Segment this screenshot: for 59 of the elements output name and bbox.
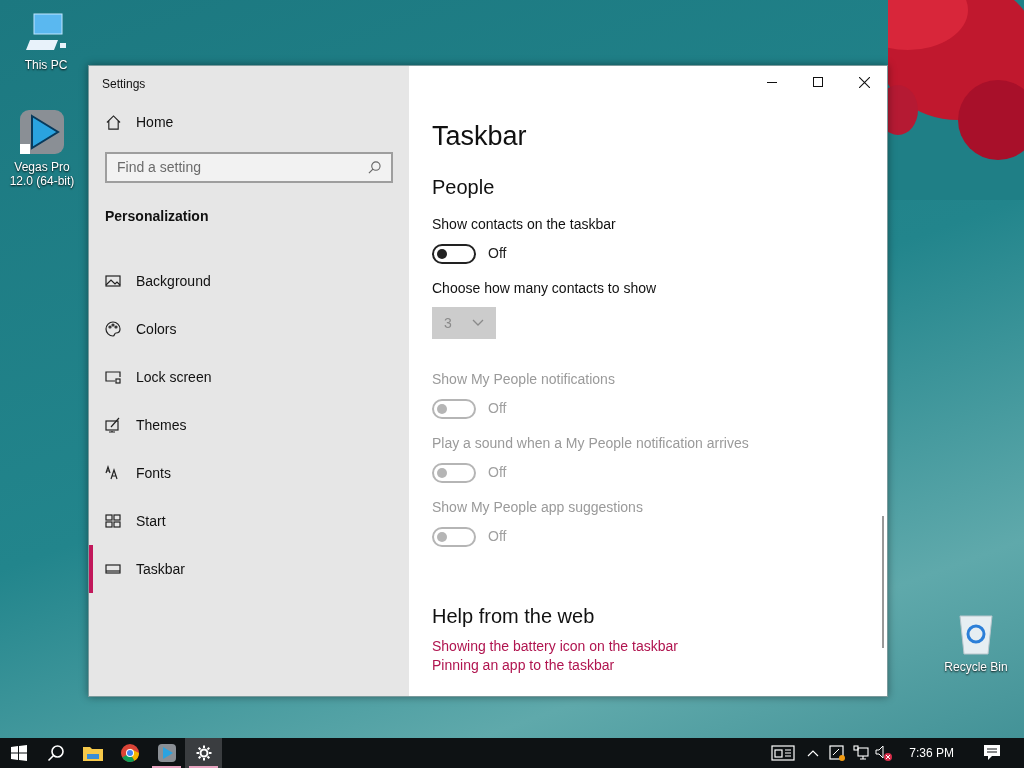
- maximize-icon: [813, 77, 823, 87]
- lock-screen-icon: [105, 369, 121, 385]
- section-heading: Help from the web: [432, 604, 596, 629]
- fonts-icon: [105, 465, 121, 481]
- settings-icon: [195, 745, 212, 761]
- recycle-bin-icon: [956, 612, 996, 656]
- close-icon: [858, 76, 870, 88]
- toggle-state: Off: [488, 463, 507, 482]
- tiles-icon: [105, 513, 121, 529]
- window-title: Settings: [101, 76, 147, 93]
- muted-speaker-icon: [875, 745, 894, 761]
- nav-item[interactable]: Lock screen: [89, 353, 409, 401]
- desktop-icon-label[interactable]: This PC: [24, 58, 68, 72]
- nav-item[interactable]: Background: [89, 257, 409, 305]
- nav-item[interactable]: Themes: [89, 401, 409, 449]
- home-icon: [106, 114, 121, 130]
- nav-item[interactable]: Taskbar: [89, 545, 409, 593]
- setting-label: Show My People notifications: [432, 370, 616, 389]
- nav-item[interactable]: Start: [89, 497, 409, 545]
- setting-label: Choose how many contacts to show: [432, 279, 658, 298]
- section-heading: Personalization: [104, 207, 210, 226]
- notifications-icon: [984, 745, 1000, 761]
- page-title: Taskbar: [432, 120, 528, 153]
- chevron-up-icon: [807, 749, 820, 757]
- search-field[interactable]: Find a setting: [105, 152, 393, 183]
- toggle-switch[interactable]: [432, 243, 476, 264]
- chevron-down-icon: [472, 319, 484, 327]
- image-icon: [105, 273, 121, 289]
- taskbar-button[interactable]: [185, 738, 222, 768]
- search-input[interactable]: Find a setting: [117, 157, 347, 178]
- taskbar-icon: [105, 561, 121, 577]
- folder-icon: [82, 745, 103, 761]
- chrome-icon: [120, 744, 139, 762]
- setting-label: Show My People app suggestions: [432, 498, 644, 517]
- running-indicator: [152, 766, 181, 768]
- toggle-state: Off: [488, 527, 507, 546]
- network-icon: [853, 745, 870, 761]
- toggle-state: Off: [488, 399, 507, 418]
- help-link[interactable]: Pinning an app to the taskbar: [432, 656, 887, 674]
- setting-label: Play a sound when a My People notification arrives: [432, 434, 750, 453]
- brush-icon: [105, 417, 121, 433]
- section-heading: People: [432, 175, 496, 200]
- play-icon: [157, 744, 176, 762]
- search-icon: [368, 161, 381, 174]
- search-icon: [46, 744, 65, 762]
- windows-logo-icon: [10, 745, 27, 761]
- palette-icon: [105, 321, 121, 337]
- help-link[interactable]: Showing the battery icon on the taskbar: [432, 637, 887, 655]
- news-icon: [771, 745, 796, 761]
- desktop-icon-label[interactable]: Vegas Pro 12.0 (64-bit): [4, 160, 80, 188]
- clock-time[interactable]: 7:36 PM: [909, 744, 954, 762]
- setting-label: Show contacts on the taskbar: [432, 215, 617, 234]
- running-indicator: [189, 766, 218, 768]
- play-icon: [18, 108, 66, 156]
- nav-item[interactable]: Fonts: [89, 449, 409, 497]
- toggle-state: Off: [488, 244, 507, 263]
- home-link[interactable]: Home: [89, 106, 409, 138]
- minimize-icon: [767, 81, 777, 83]
- nav-item[interactable]: Colors: [89, 305, 409, 353]
